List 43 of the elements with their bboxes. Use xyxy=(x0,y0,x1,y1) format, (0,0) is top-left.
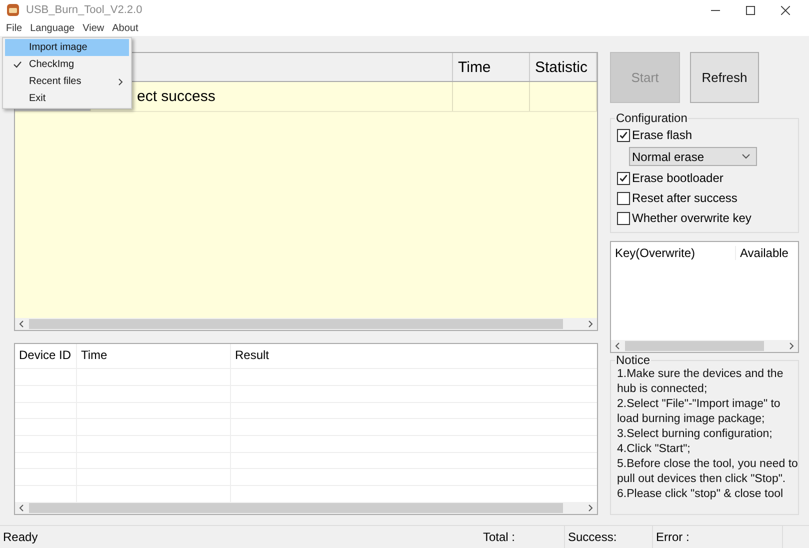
status-field: Ready xyxy=(0,526,480,548)
notice-text: 6.Please click "stop" & close tool xyxy=(617,487,784,502)
status-field: Total : xyxy=(480,526,565,548)
column-header: Time xyxy=(453,53,530,81)
menu-item[interactable]: Language xyxy=(30,22,75,34)
notice-text: 1.Make sure the devices and the hub is connected; xyxy=(617,367,784,397)
column-header: Available xyxy=(739,246,788,260)
notice-text: 4.Click "Start"; xyxy=(617,442,692,457)
horizontal-scrollbar[interactable] xyxy=(15,318,597,330)
column-header: Result xyxy=(234,347,270,364)
menu-item[interactable]: Import image xyxy=(5,39,129,56)
checkbox[interactable] xyxy=(617,128,630,142)
action-button[interactable]: Refresh xyxy=(690,52,759,103)
checkbox[interactable] xyxy=(617,172,630,184)
checkbox[interactable] xyxy=(617,192,630,204)
status-field: Success: xyxy=(565,526,653,548)
checkbox[interactable] xyxy=(617,212,630,224)
app-icon xyxy=(6,3,20,17)
erase-mode-dropdown[interactable]: Normal erase xyxy=(629,147,757,166)
notice-text: 2.Select "File"-"Import image" to load burning image package; xyxy=(617,397,782,427)
checkbox-label[interactable]: Erase flash xyxy=(632,128,692,142)
menu-item[interactable]: File xyxy=(6,22,22,34)
group-title: Configuration xyxy=(615,111,688,125)
column-header: Device ID xyxy=(15,344,77,368)
window-title: USB_Burn_Tool_V2.2.0 xyxy=(26,4,142,16)
group-title: Notice xyxy=(615,354,652,367)
column-header: Time xyxy=(77,344,231,368)
column-header: Statistic xyxy=(530,53,597,81)
checkbox-label[interactable]: Erase bootloader xyxy=(632,171,724,185)
menu-item[interactable]: View xyxy=(82,22,104,34)
checkbox-label[interactable]: Reset after success xyxy=(632,191,738,205)
horizontal-scrollbar[interactable] xyxy=(15,502,597,514)
close-icon[interactable] xyxy=(781,6,790,14)
column-header: Key(Overwrite) xyxy=(611,246,736,260)
notice-text: 5.Before close the tool, you need to pull out devices then click "Stop". xyxy=(617,457,798,487)
horizontal-scrollbar[interactable] xyxy=(611,340,798,352)
status-field: Error : xyxy=(653,526,783,548)
checkbox-label[interactable]: Whether overwrite key xyxy=(632,211,752,225)
menu-item[interactable]: About xyxy=(112,22,138,34)
caret-icon xyxy=(742,154,750,159)
maximize-icon[interactable] xyxy=(746,6,755,14)
notice-text: 3.Select burning configuration; xyxy=(617,427,774,442)
menu-item[interactable]: CheckImg xyxy=(5,56,129,73)
